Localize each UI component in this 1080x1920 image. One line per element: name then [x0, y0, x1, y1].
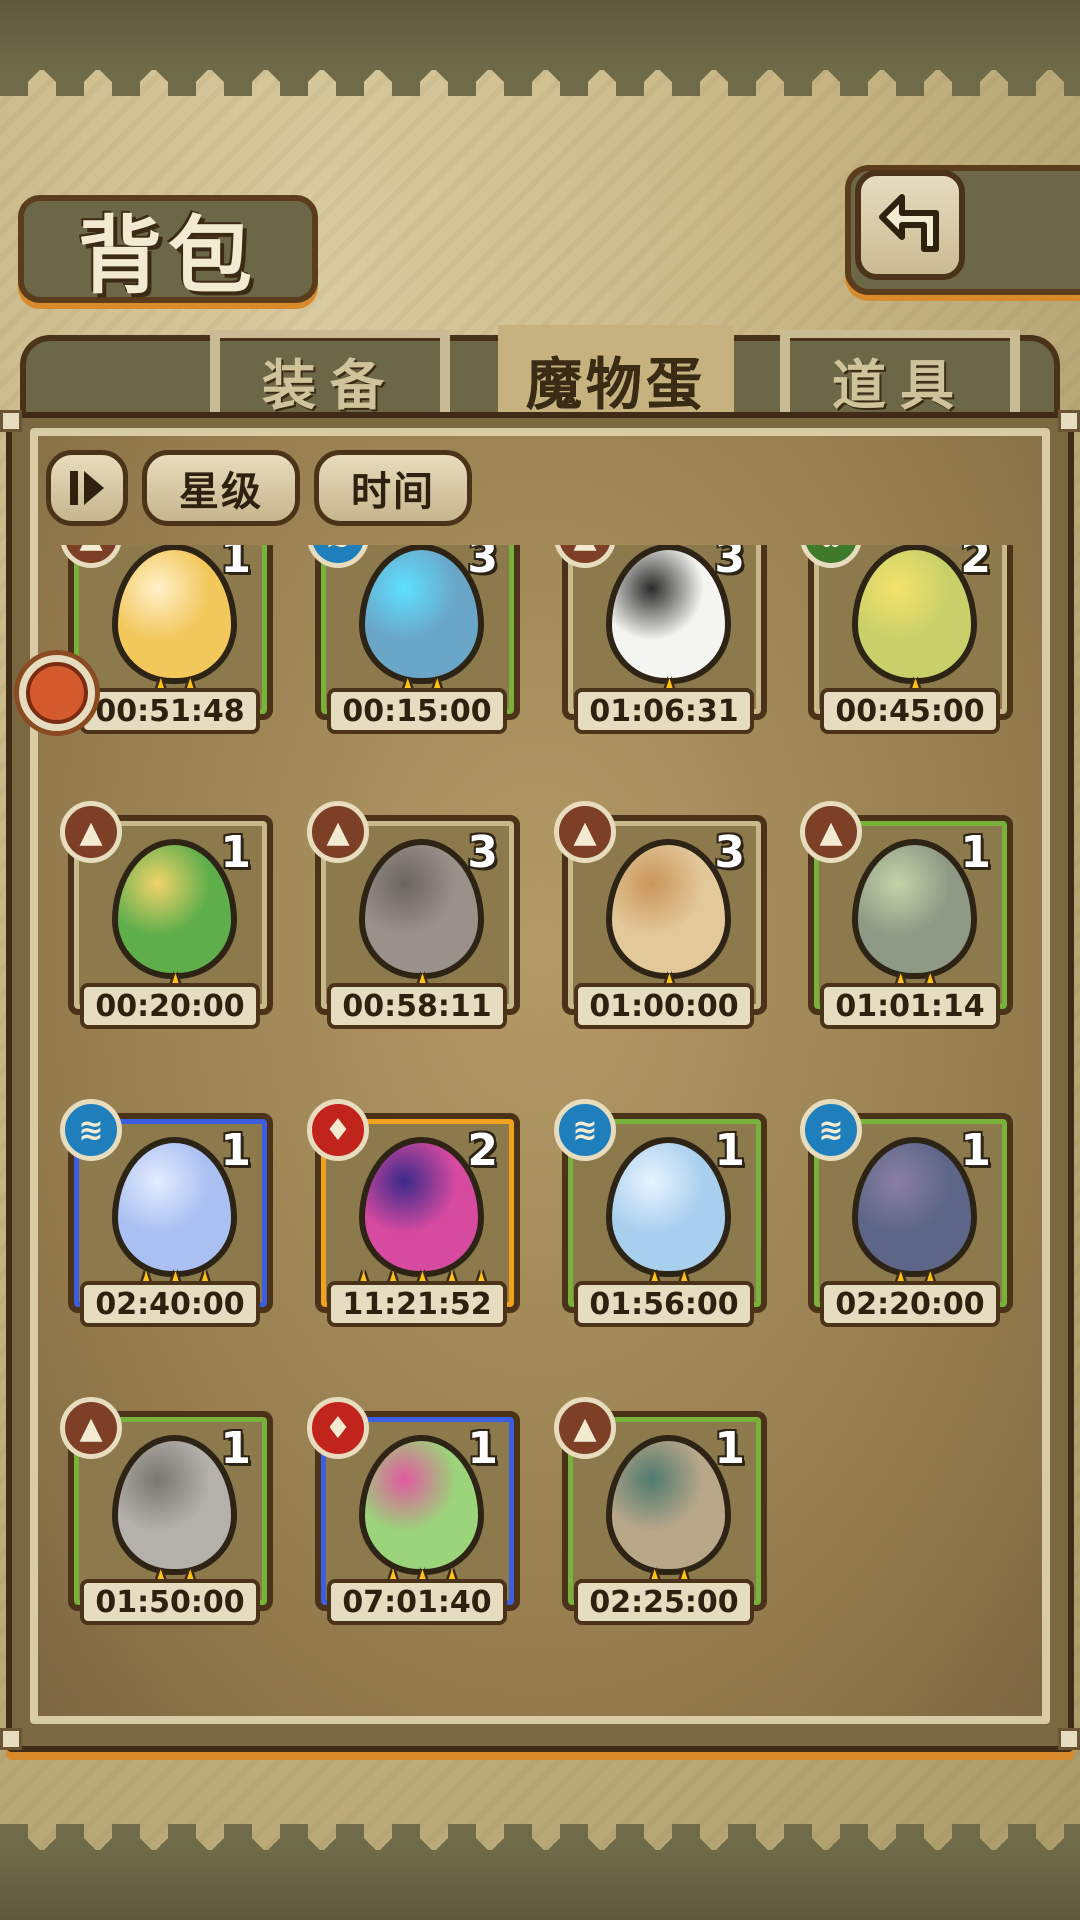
element-icon: ▲ [554, 1397, 616, 1459]
egg-count: 1 [220, 1125, 251, 1176]
hatch-timer: 00:58:11 [327, 983, 507, 1029]
filter-bar: 星级 时间 [46, 450, 472, 526]
element-icon: ▲ [307, 801, 369, 863]
collapse-arrow-icon [26, 662, 88, 724]
hatch-timer: 07:01:40 [327, 1579, 507, 1625]
hatch-timer: 01:00:00 [574, 983, 754, 1029]
top-zigzag-border [0, 0, 1080, 96]
element-icon: ♦ [307, 1397, 369, 1459]
back-arrow-icon [879, 194, 939, 252]
sort-by-star-button[interactable]: 星级 [142, 450, 300, 526]
monster-egg-icon [606, 839, 731, 979]
egg-slot[interactable]: 3★▲00:58:11 [307, 801, 525, 1029]
egg-slot[interactable]: 1★★≋01:56:00 [554, 1099, 772, 1327]
hatch-timer: 01:50:00 [80, 1579, 260, 1625]
monster-egg-icon [359, 1137, 484, 1277]
egg-slot[interactable]: 1★★▲01:01:14 [800, 801, 1018, 1029]
egg-count: 3 [467, 545, 498, 583]
monster-egg-icon [112, 545, 237, 684]
element-icon: ▲ [60, 801, 122, 863]
hatch-timer: 02:40:00 [80, 1281, 260, 1327]
element-icon: ≋ [800, 1099, 862, 1161]
egg-count: 1 [714, 1423, 745, 1474]
sort-by-time-button[interactable]: 时间 [314, 450, 472, 526]
egg-slot[interactable]: 1★★★≋02:40:00 [60, 1099, 278, 1327]
hatch-timer: 02:25:00 [574, 1579, 754, 1625]
monster-egg-icon [112, 1435, 237, 1575]
collapse-side-button[interactable] [14, 650, 100, 736]
hatch-timer: 00:20:00 [80, 983, 260, 1029]
egg-count: 3 [714, 545, 745, 583]
monster-egg-icon [112, 1137, 237, 1277]
monster-egg-icon [852, 839, 977, 979]
egg-count: 1 [467, 1423, 498, 1474]
egg-slot[interactable]: 1★★▲00:51:48 [60, 545, 278, 734]
hatch-timer: 02:20:00 [820, 1281, 1000, 1327]
monster-egg-icon [852, 545, 977, 684]
element-icon: ≋ [60, 1099, 122, 1161]
egg-slot[interactable]: 2★✿00:45:00 [800, 545, 1018, 734]
egg-count: 2 [960, 545, 991, 583]
frame-post [0, 1728, 22, 1750]
monster-egg-icon [359, 839, 484, 979]
frame-post [1058, 410, 1080, 432]
hatch-timer: 01:06:31 [574, 688, 754, 734]
monster-egg-icon [359, 545, 484, 684]
element-icon: ≋ [554, 1099, 616, 1161]
egg-count: 3 [467, 827, 498, 878]
monster-egg-icon [852, 1137, 977, 1277]
hatch-timer: 00:51:48 [80, 688, 260, 734]
monster-egg-icon [606, 1435, 731, 1575]
monster-egg-icon [606, 1137, 731, 1277]
egg-count: 1 [960, 827, 991, 878]
egg-slot[interactable]: 1★★≋02:20:00 [800, 1099, 1018, 1327]
sort-toggle-icon [70, 471, 104, 505]
element-icon: ▲ [800, 801, 862, 863]
egg-slot[interactable]: 1★★▲02:25:00 [554, 1397, 772, 1625]
hatch-timer: 11:21:52 [327, 1281, 507, 1327]
egg-slot[interactable]: 1★★★♦07:01:40 [307, 1397, 525, 1625]
element-icon: ♦ [307, 1099, 369, 1161]
egg-slot[interactable]: 3★▲01:00:00 [554, 801, 772, 1029]
title-plate: 背包 [18, 195, 318, 305]
egg-count: 3 [714, 827, 745, 878]
egg-count: 2 [467, 1125, 498, 1176]
bottom-zigzag-border [0, 1824, 1080, 1920]
hatch-timer: 01:01:14 [820, 983, 1000, 1029]
frame-post [1058, 1728, 1080, 1750]
egg-slot[interactable]: 2★★★★★♦11:21:52 [307, 1099, 525, 1327]
monster-egg-icon [359, 1435, 484, 1575]
hatch-timer: 00:45:00 [820, 688, 1000, 734]
egg-slot[interactable]: 3★★≋00:15:00 [307, 545, 525, 734]
egg-count: 1 [220, 827, 251, 878]
monster-egg-icon [606, 545, 731, 684]
egg-count: 1 [960, 1125, 991, 1176]
egg-slot[interactable]: 1★★▲01:50:00 [60, 1397, 278, 1625]
hatch-timer: 00:15:00 [327, 688, 507, 734]
element-icon: ▲ [60, 1397, 122, 1459]
monster-egg-icon [112, 839, 237, 979]
frame-post [0, 410, 22, 432]
back-button[interactable] [855, 170, 965, 280]
page-title: 背包 [77, 206, 258, 305]
element-icon: ▲ [554, 801, 616, 863]
sort-toggle-button[interactable] [46, 450, 128, 526]
hatch-timer: 01:56:00 [574, 1281, 754, 1327]
egg-slot[interactable]: 1★▲00:20:00 [60, 801, 278, 1029]
egg-count: 1 [220, 1423, 251, 1474]
tab-label: 魔物蛋 [526, 352, 706, 418]
egg-count: 1 [714, 1125, 745, 1176]
egg-grid: 1★★▲00:51:483★★≋00:15:003★▲01:06:312★✿00… [40, 545, 1040, 1745]
egg-count: 1 [220, 545, 251, 583]
egg-slot[interactable]: 3★▲01:06:31 [554, 545, 772, 734]
